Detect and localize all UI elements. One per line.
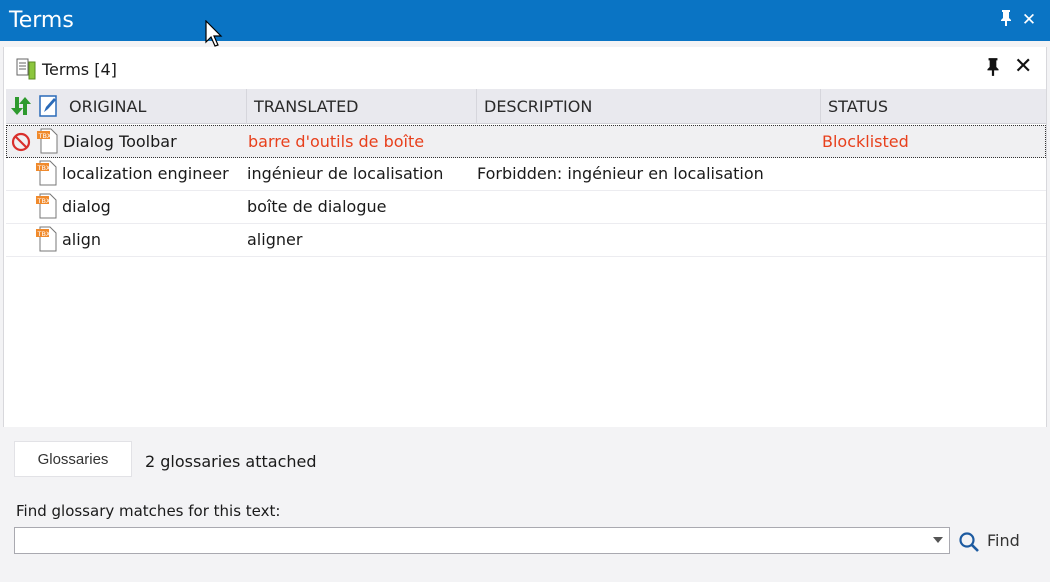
find-button-label: Find [987, 531, 1020, 550]
table-row[interactable]: TBX Dialog Toolbar barre d'outils de boî… [6, 125, 1046, 158]
find-combobox[interactable] [14, 527, 950, 554]
cell-original: localization engineer [62, 164, 229, 183]
mouse-cursor-icon [205, 20, 223, 47]
find-input[interactable] [17, 530, 917, 551]
window-titlebar: Terms ✕ [0, 0, 1050, 41]
cell-original: align [62, 230, 101, 249]
terms-panel: Terms [4] ✕ ORIGINAL TRANSLATED DESCRIPT… [3, 47, 1047, 427]
cell-status: Blocklisted [822, 132, 909, 151]
find-label: Find glossary matches for this text: [16, 502, 281, 520]
window-pin-icon[interactable] [996, 9, 1016, 31]
document-icon [16, 58, 36, 80]
window-close-icon[interactable]: ✕ [1019, 9, 1039, 31]
tbx-file-icon: TBX [36, 226, 57, 252]
tbx-file-icon: TBX [37, 128, 58, 154]
cell-description: Forbidden: ingénieur en localisation [477, 164, 764, 183]
svg-text:TBX: TBX [37, 197, 51, 205]
column-status[interactable]: STATUS [821, 89, 1046, 124]
table-row[interactable]: TBX localization engineer ingénieur de l… [6, 158, 1046, 191]
cell-translated: ingénieur de localisation [247, 164, 444, 183]
cell-original: dialog [62, 197, 111, 216]
chevron-down-icon[interactable] [933, 537, 943, 543]
cell-translated: aligner [247, 230, 303, 249]
panel-title: Terms [4] [42, 60, 117, 79]
column-translated[interactable]: TRANSLATED [247, 89, 477, 124]
glossaries-count: 2 glossaries attached [145, 452, 317, 471]
pin-icon[interactable] [984, 57, 1002, 77]
blocked-icon [11, 132, 31, 152]
edit-icon[interactable] [37, 94, 61, 118]
table-row[interactable]: TBX align aligner [6, 224, 1046, 257]
sync-icon[interactable] [9, 94, 33, 118]
cell-translated: boîte de dialogue [247, 197, 387, 216]
column-original[interactable]: ORIGINAL [62, 89, 247, 124]
search-icon [959, 532, 979, 552]
column-header: ORIGINAL TRANSLATED DESCRIPTION STATUS [6, 89, 1046, 124]
table-row[interactable]: TBX dialog boîte de dialogue [6, 191, 1046, 224]
panel-header: Terms [4] ✕ [4, 47, 1046, 89]
cell-translated: barre d'outils de boîte [248, 132, 425, 151]
svg-text:TBX: TBX [37, 230, 51, 238]
svg-text:TBX: TBX [37, 164, 51, 172]
cell-original: Dialog Toolbar [63, 132, 177, 151]
column-description[interactable]: DESCRIPTION [477, 89, 821, 124]
window-title: Terms [9, 8, 74, 33]
glossaries-button[interactable]: Glossaries [14, 441, 132, 477]
close-icon[interactable]: ✕ [1014, 54, 1032, 79]
tbx-file-icon: TBX [36, 160, 57, 186]
tbx-file-icon: TBX [36, 193, 57, 219]
svg-text:TBX: TBX [38, 132, 52, 140]
